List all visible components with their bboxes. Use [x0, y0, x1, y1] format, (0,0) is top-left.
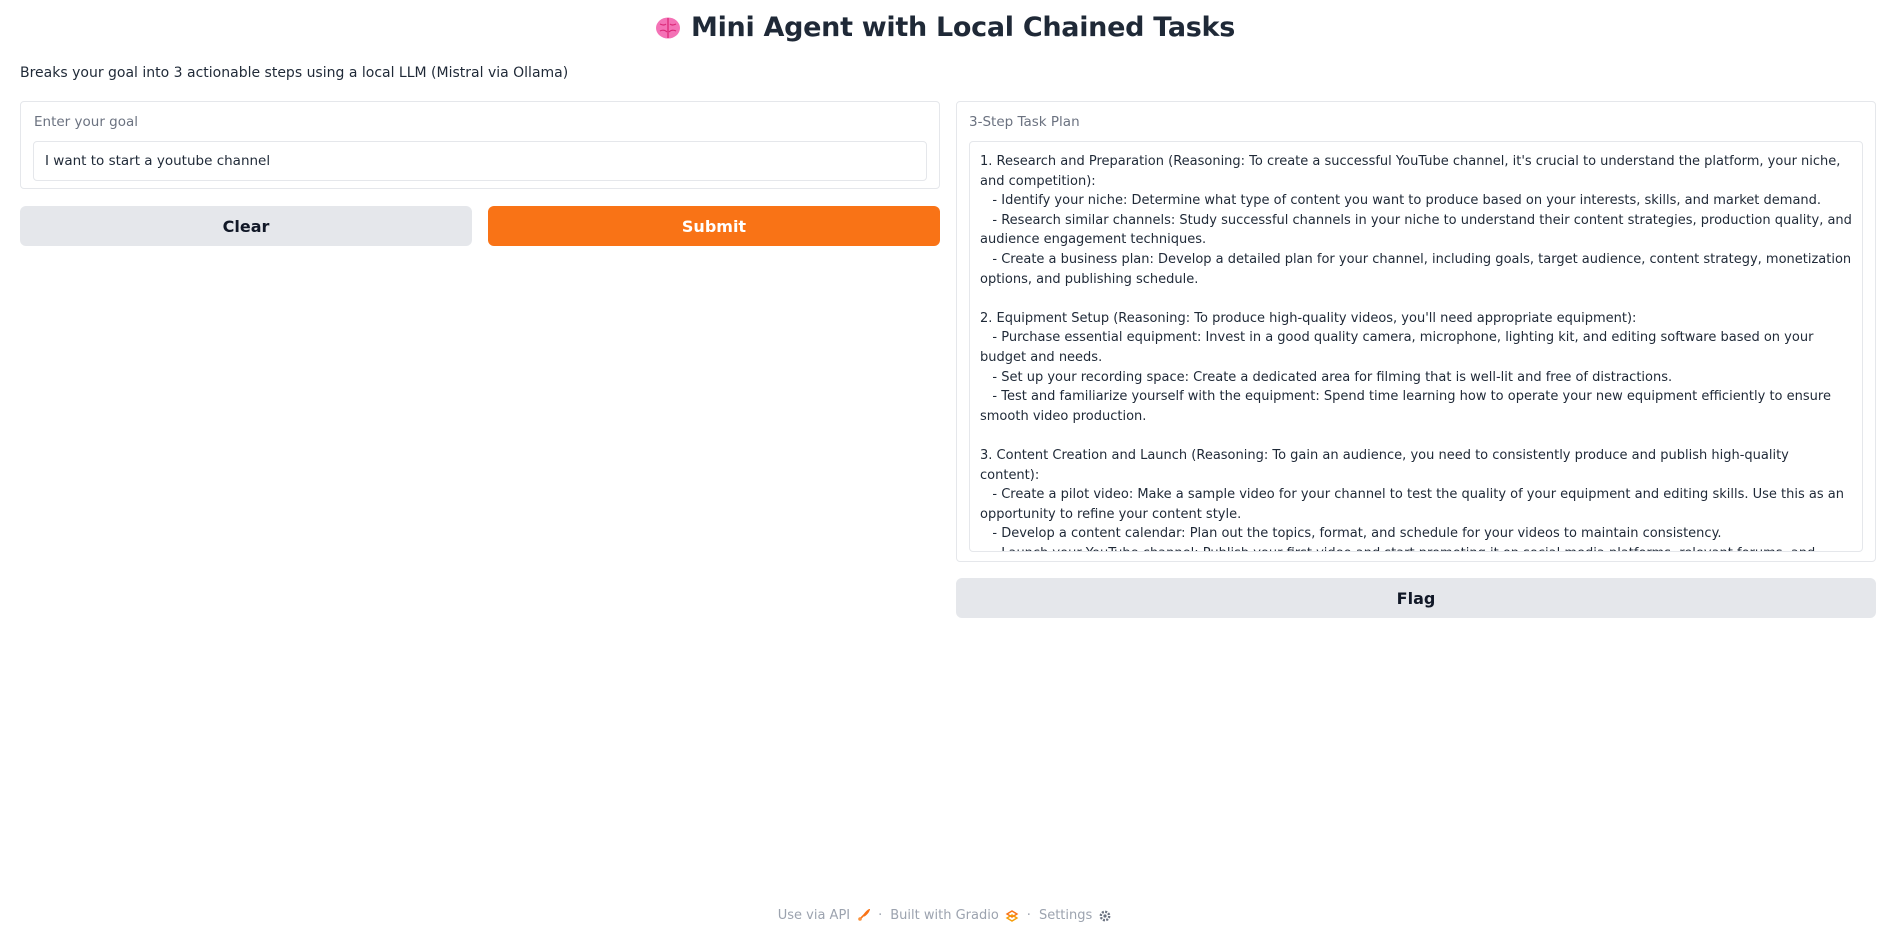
flag-button[interactable]: Flag — [956, 578, 1876, 618]
plan-line: 3. Content Creation and Launch (Reasonin… — [980, 447, 1794, 483]
page-title: Mini Agent with Local Chained Tasks — [691, 12, 1235, 43]
settings-link[interactable]: Settings — [1039, 908, 1112, 923]
plan-line: 2. Equipment Setup (Reasoning: To produc… — [980, 310, 1637, 326]
plan-line: - Create a pilot video: Make a sample vi… — [980, 487, 1849, 522]
plan-line: - Research similar channels: Study succe… — [980, 212, 1857, 248]
goal-panel: Enter your goal — [20, 101, 940, 189]
footer: Use via API · Built with Gradio · Settin… — [0, 907, 1890, 923]
gear-icon — [1098, 909, 1112, 923]
brain-icon — [655, 15, 681, 41]
plan-output[interactable]: 1. Research and Preparation (Reasoning: … — [969, 141, 1863, 552]
plan-line: - Set up your recording space: Create a … — [980, 369, 1673, 385]
plan-blank-line — [980, 426, 1852, 446]
header: Mini Agent with Local Chained Tasks — [0, 12, 1890, 43]
plan-line: 1. Research and Preparation (Reasoning: … — [980, 154, 1845, 189]
use-api-label: Use via API — [777, 908, 851, 923]
plan-line: - Test and familiarize yourself with the… — [980, 389, 1836, 424]
footer-separator: · — [1026, 908, 1031, 923]
settings-label: Settings — [1038, 908, 1093, 923]
rocket-icon — [856, 907, 871, 923]
submit-button[interactable]: Submit — [488, 206, 940, 246]
plan-line: - Purchase essential equipment: Invest i… — [980, 330, 1818, 365]
goal-input[interactable] — [33, 141, 927, 181]
app-root: Mini Agent with Local Chained Tasks Brea… — [0, 0, 1890, 939]
plan-line: - Identify your niche: Determine what ty… — [980, 193, 1822, 209]
use-api-link[interactable]: Use via API — [777, 907, 871, 923]
plan-line: - Develop a content calendar: Plan out t… — [980, 526, 1722, 542]
plan-blank-line — [980, 289, 1852, 309]
app-description: Breaks your goal into 3 actionable steps… — [20, 65, 569, 81]
plan-line: - Launch your YouTube channel: Publish y… — [980, 544, 1852, 551]
clear-button[interactable]: Clear — [20, 206, 472, 246]
built-with-gradio-link[interactable]: Built with Gradio — [890, 908, 1019, 923]
built-with-gradio-label: Built with Gradio — [890, 908, 999, 923]
plan-panel: 3-Step Task Plan 1. Research and Prepara… — [956, 101, 1876, 562]
footer-separator: · — [878, 908, 883, 923]
goal-label: Enter your goal — [34, 114, 139, 130]
plan-line: - Create a business plan: Develop a deta… — [980, 251, 1856, 287]
plan-label: 3-Step Task Plan — [969, 114, 1080, 130]
gradio-logo-icon — [1005, 909, 1019, 923]
